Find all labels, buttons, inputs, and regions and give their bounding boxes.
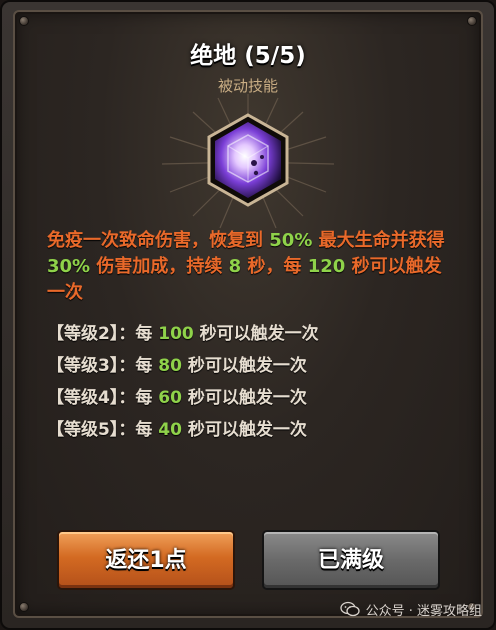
watermark: 公众号 · 迷雾攻略组 bbox=[339, 599, 482, 619]
level-row: 【等级3】：每 80 秒可以触发一次 bbox=[47, 350, 457, 382]
rivet-decoration bbox=[19, 602, 29, 612]
level-row: 【等级4】：每 60 秒可以触发一次 bbox=[47, 382, 457, 414]
skill-description: 免疫一次致命伤害，恢复到 50% 最大生命并获得 30% 伤害加成，持续 8 秒… bbox=[47, 228, 457, 306]
level-suffix: 秒可以触发一次 bbox=[181, 420, 307, 440]
level-row: 【等级5】：每 40 秒可以触发一次 bbox=[47, 414, 457, 446]
refund-point-button[interactable]: 返还1点 bbox=[57, 530, 235, 590]
cooldown-seconds: 120 bbox=[307, 256, 346, 277]
level-suffix: 秒可以触发一次 bbox=[181, 388, 307, 408]
level-row: 【等级2】：每 100 秒可以触发一次 bbox=[47, 318, 457, 350]
wechat-icon bbox=[339, 601, 360, 617]
rivet-decoration bbox=[467, 16, 477, 26]
duration-seconds: 8 bbox=[228, 256, 242, 277]
description-text: 伤害加成，持续 bbox=[90, 256, 229, 277]
level-label: 【等级2】：每 bbox=[47, 324, 159, 344]
level-label: 【等级3】：每 bbox=[47, 356, 159, 376]
level-list: 【等级2】：每 100 秒可以触发一次 【等级3】：每 80 秒可以触发一次 【… bbox=[47, 318, 457, 446]
level-cooldown: 80 bbox=[158, 356, 182, 376]
damage-percent: 30% bbox=[47, 256, 91, 277]
watermark-text: 公众号 · 迷雾攻略组 bbox=[365, 603, 482, 619]
level-cooldown: 100 bbox=[158, 324, 194, 344]
skill-name: 绝地 bbox=[190, 43, 237, 69]
level-cooldown: 60 bbox=[158, 388, 182, 408]
purple-crystal-cube-icon bbox=[207, 113, 289, 207]
level-suffix: 秒可以触发一次 bbox=[193, 324, 319, 344]
heal-percent: 50% bbox=[269, 230, 313, 251]
description-text: 最大生命并获得 bbox=[312, 230, 445, 251]
level-cooldown: 40 bbox=[158, 420, 182, 440]
max-level-button[interactable]: 已满级 bbox=[262, 530, 440, 590]
skill-title: 绝地 (5/5) bbox=[0, 36, 496, 70]
description-text: 秒，每 bbox=[241, 256, 308, 277]
skill-level: (5/5) bbox=[244, 43, 306, 69]
rivet-decoration bbox=[19, 16, 29, 26]
level-suffix: 秒可以触发一次 bbox=[181, 356, 307, 376]
level-label: 【等级4】：每 bbox=[47, 388, 159, 408]
level-label: 【等级5】：每 bbox=[47, 420, 159, 440]
description-text: 免疫一次致命伤害，恢复到 bbox=[47, 230, 270, 251]
